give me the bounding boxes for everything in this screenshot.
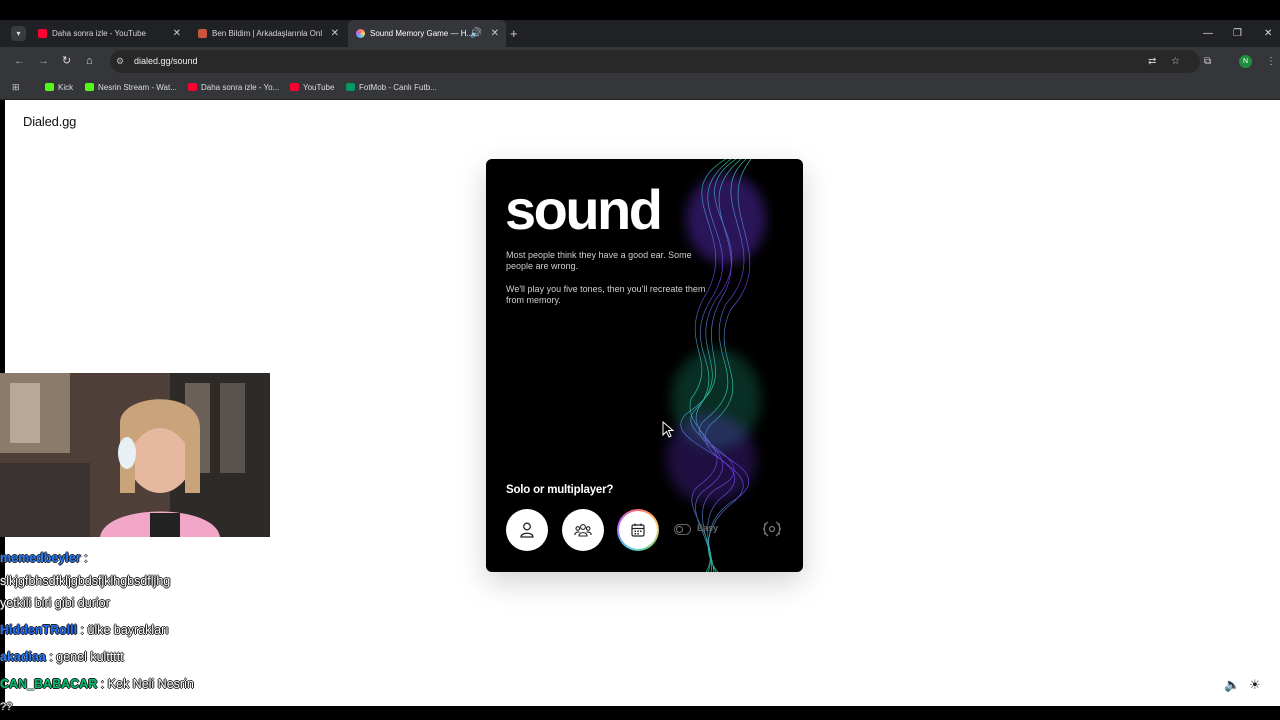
solo-button[interactable] (506, 509, 548, 551)
tab-audio-icon[interactable]: 🔊 (470, 20, 482, 47)
tab-title: Daha sonra izle - YouTube (52, 29, 146, 38)
chat-username: CAN_BABACAR (0, 677, 98, 691)
mode-question: Solo or multiplayer? (506, 484, 614, 496)
menu-kebab-icon[interactable]: ⋮ (1266, 47, 1276, 76)
bookmark-fotmob[interactable]: FotMob - Canlı Futb... (346, 76, 437, 100)
bookmark-star-icon[interactable]: ☆ (1171, 47, 1180, 76)
tab-title: Sound Memory Game — H... (370, 29, 470, 38)
tab-title: Ben Bildim | Arkadaşlarınla Onli... (212, 29, 322, 38)
back-icon[interactable]: ← (14, 47, 25, 76)
chat-line: memedbeyler : (0, 550, 300, 566)
youtube-favicon-icon (188, 83, 197, 91)
chat-message: slkjgfbhsdfkljgbdsfjklhgbsdfljhg (0, 574, 171, 588)
url-text[interactable]: dialed.gg/sound (134, 50, 198, 73)
tab-strip: ▾ Daha sonra izle - YouTube ✕ Ben Bildim… (0, 20, 1280, 47)
minimize-icon[interactable]: — (1203, 20, 1213, 47)
chat-username: akadiaa (0, 650, 46, 664)
chat-username: memedbeyler (0, 551, 81, 565)
group-icon (574, 524, 592, 537)
calendar-icon (631, 523, 645, 537)
close-window-icon[interactable]: ✕ (1264, 20, 1272, 47)
theme-toggle-icon[interactable]: ☀ (1249, 677, 1261, 693)
intro-paragraph-2: We'll play you five tones, then you'll r… (506, 284, 706, 305)
extensions-icon[interactable]: ⧉ (1204, 47, 1211, 76)
chat-message: : (80, 551, 88, 565)
bookmark-nesrin-stream[interactable]: Nesrin Stream - Wat... (85, 76, 177, 100)
chat-message: ?? (0, 701, 13, 713)
close-tab-icon[interactable]: ✕ (491, 20, 499, 47)
translate-icon[interactable]: ⇄ (1148, 47, 1156, 76)
tab-search-dropdown[interactable]: ▾ (11, 26, 26, 41)
close-tab-icon[interactable]: ✕ (331, 20, 339, 47)
ben-bildim-favicon-icon (198, 29, 207, 38)
apps-grid-icon[interactable]: ⊞ (12, 82, 23, 93)
profile-avatar[interactable]: N (1239, 55, 1252, 68)
chat-username: HiddenTRolll (0, 623, 78, 637)
mouse-cursor-icon (662, 421, 674, 438)
chat-message: : Kek Neli Nesrin (97, 677, 194, 691)
new-tab-button[interactable]: + (510, 20, 518, 47)
screen-top-bar (0, 0, 1280, 20)
site-info-icon[interactable]: ⚙ (116, 50, 124, 73)
person-icon (520, 522, 534, 538)
youtube-favicon-icon (38, 29, 47, 38)
kick-favicon-icon (85, 83, 94, 91)
tab-sound-memory-game[interactable]: Sound Memory Game — H... 🔊 ✕ (348, 20, 506, 47)
dialed-favicon-icon (356, 29, 365, 38)
bookmark-youtube[interactable]: YouTube (290, 76, 334, 100)
tab-youtube[interactable]: Daha sonra izle - YouTube ✕ (30, 20, 188, 47)
chat-line: HiddenTRolll : ülke bayrakları (0, 622, 300, 638)
difficulty-toggle[interactable] (674, 524, 691, 535)
daily-challenge-button[interactable] (617, 509, 659, 551)
address-bar[interactable]: ⚙ dialed.gg/sound (110, 50, 1200, 73)
webcam-image (0, 373, 270, 537)
chat-message: : ülke bayrakları (77, 623, 169, 637)
site-logo[interactable]: Dialed.gg (23, 114, 76, 129)
chat-message: yetkili biri gibi durior (0, 596, 110, 610)
browser-toolbar: ← → ↻ ⌂ ⚙ dialed.gg/sound ⇄ ☆ ⧉ N ⋮ (0, 47, 1280, 76)
bookmarks-bar: ⊞ Kick Nesrin Stream - Wat... Daha sonra… (0, 76, 1280, 100)
difficulty-label: Easy (697, 523, 719, 533)
chat-line: CAN_BABACAR : Kek Neli Nesrin (0, 676, 300, 692)
chat-message: : genel kulttttt (45, 650, 124, 664)
leaderboard-laurel-icon[interactable] (762, 519, 782, 539)
game-title: sound (505, 178, 663, 241)
home-icon[interactable]: ⌂ (86, 47, 93, 76)
fotmob-favicon-icon (346, 83, 355, 91)
chat-line: slkjgfbhsdfkljgbdsfjklhgbsdfljhg (0, 573, 300, 589)
multiplayer-button[interactable] (562, 509, 604, 551)
intro-paragraph-1: Most people think they have a good ear. … (506, 250, 692, 271)
reload-icon[interactable]: ↻ (62, 47, 71, 76)
kick-favicon-icon (45, 83, 54, 91)
close-tab-icon[interactable]: ✕ (173, 20, 181, 47)
forward-icon[interactable]: → (38, 47, 49, 76)
streamer-webcam (0, 373, 270, 537)
chat-line: ?? (0, 699, 300, 715)
bookmark-kick[interactable]: Kick (45, 76, 73, 100)
youtube-favicon-icon (290, 83, 299, 91)
sound-game-card: sound Most people think they have a good… (486, 159, 803, 572)
restore-icon[interactable]: ❐ (1233, 20, 1242, 47)
chat-line: akadiaa : genel kulttttt (0, 649, 300, 665)
sound-toggle-icon[interactable]: 🔈 (1224, 677, 1240, 693)
tab-ben-bildim[interactable]: Ben Bildim | Arkadaşlarınla Onli... ✕ (190, 20, 346, 47)
bookmark-daha-sonra-izle[interactable]: Daha sonra izle - Yo... (188, 76, 279, 100)
chat-line: yetkili biri gibi durior (0, 595, 300, 611)
